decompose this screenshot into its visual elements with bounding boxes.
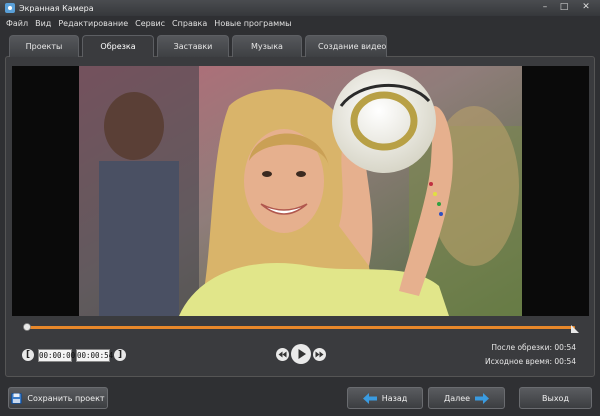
after-trim-value: 00:54 <box>554 343 576 352</box>
arrow-left-icon <box>362 392 377 404</box>
original-time-value: 00:54 <box>554 357 576 366</box>
menu-help[interactable]: Справка <box>172 19 207 28</box>
play-button[interactable] <box>291 344 311 364</box>
save-project-button[interactable]: Сохранить проект <box>8 387 108 409</box>
video-frame-image <box>79 66 522 316</box>
close-button[interactable]: ✕ <box>574 1 598 14</box>
rewind-button[interactable] <box>276 347 289 361</box>
timeline-track <box>25 326 575 329</box>
original-time-label: Исходное время: <box>485 357 552 366</box>
set-end-button[interactable]: ] <box>114 349 126 361</box>
window-title: Экранная Камера <box>19 3 94 13</box>
menu-view[interactable]: Вид <box>35 19 51 28</box>
exit-label: Выход <box>542 393 569 403</box>
rewind-icon <box>278 351 287 357</box>
next-label: Далее <box>443 393 471 403</box>
camera-app-icon <box>5 3 15 13</box>
exit-button[interactable]: Выход <box>519 387 592 409</box>
tab-music[interactable]: Музыка <box>232 35 302 57</box>
fast-forward-button[interactable] <box>313 347 326 361</box>
title-bar: Экранная Камера – □ ✕ <box>0 0 600 16</box>
save-project-label: Сохранить проект <box>27 393 105 403</box>
trim-end-handle[interactable] <box>571 325 579 333</box>
back-label: Назад <box>381 393 408 403</box>
original-time-row: Исходное время: 00:54 <box>485 355 576 369</box>
arrow-right-icon <box>475 392 490 404</box>
tab-projects[interactable]: Проекты <box>9 35 79 57</box>
tab-intros[interactable]: Заставки <box>157 35 229 57</box>
next-button[interactable]: Далее <box>428 387 505 409</box>
after-trim-label: После обрезки: <box>491 343 552 352</box>
menu-edit[interactable]: Редактирование <box>58 19 128 28</box>
app-window: Экранная Камера – □ ✕ Файл Вид Редактиро… <box>0 0 600 416</box>
bottom-bar: Сохранить проект Назад Далее Выход <box>0 379 600 416</box>
tab-bar: Проекты Обрезка Заставки Музыка Создание… <box>9 35 387 57</box>
video-preview[interactable] <box>12 66 589 316</box>
duration-info: После обрезки: 00:54 Исходное время: 00:… <box>485 341 576 369</box>
trim-start-handle[interactable] <box>23 322 31 334</box>
end-time-field[interactable]: 00:00:54 <box>76 348 113 362</box>
window-controls: – □ ✕ <box>536 1 598 14</box>
menu-new-programs[interactable]: Новые программы <box>214 19 291 28</box>
menu-file[interactable]: Файл <box>6 19 28 28</box>
tab-trim[interactable]: Обрезка <box>82 35 154 57</box>
minimize-button[interactable]: – <box>536 1 554 14</box>
trim-controls: [ 00:00:00 00:00:54 ] <box>22 348 126 362</box>
tab-create-video[interactable]: Создание видео <box>305 35 387 57</box>
trim-timeline[interactable] <box>23 322 579 334</box>
video-frame <box>79 66 522 316</box>
play-icon <box>298 349 306 359</box>
set-start-button[interactable]: [ <box>22 349 34 361</box>
start-time-field[interactable]: 00:00:00 <box>38 348 75 362</box>
menu-service[interactable]: Сервис <box>135 19 165 28</box>
floppy-disk-icon <box>11 392 23 404</box>
menu-bar: Файл Вид Редактирование Сервис Справка Н… <box>0 16 600 30</box>
playback-controls <box>276 344 326 364</box>
fast-forward-icon <box>315 351 324 357</box>
after-trim-row: После обрезки: 00:54 <box>485 341 576 355</box>
back-button[interactable]: Назад <box>347 387 423 409</box>
maximize-button[interactable]: □ <box>555 1 573 14</box>
